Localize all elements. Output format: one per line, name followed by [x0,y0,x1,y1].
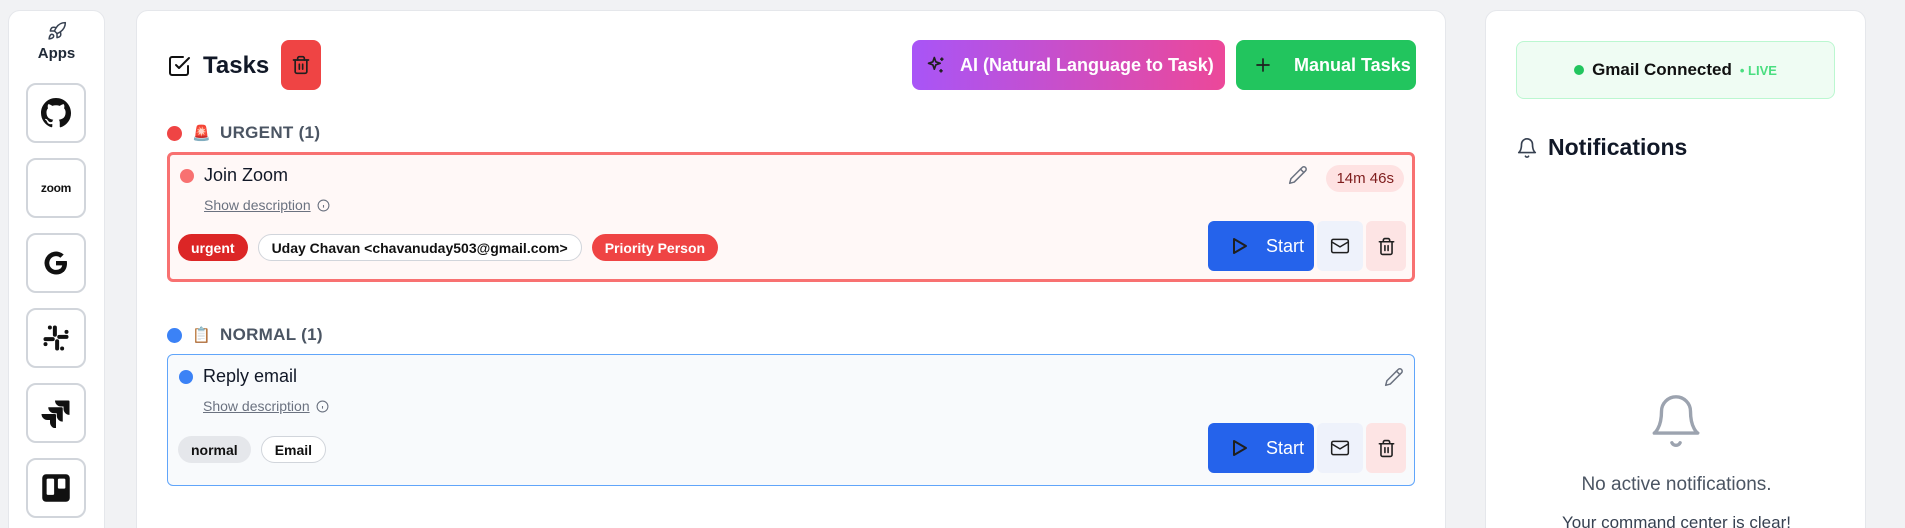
delete-all-button[interactable] [281,40,321,90]
tasks-title: Tasks [203,52,270,79]
delete-task-button[interactable] [1366,423,1406,473]
info-icon [316,400,329,413]
delete-task-button[interactable] [1366,221,1406,271]
app-slack[interactable] [26,308,86,368]
empty-state-text: No active notifications. [1581,474,1772,495]
edit-pencil-icon[interactable] [1384,367,1404,387]
sparkles-icon [926,55,946,75]
task-status-dot [179,370,193,384]
ai-task-label: AI (Natural Language to Task) [960,54,1214,75]
email-button[interactable] [1317,423,1363,473]
apps-sidebar: Apps zoom [8,10,105,528]
empty-state-subtext: Your command center is clear! [1562,513,1791,528]
jira-icon [41,398,71,428]
urgent-dot [167,125,182,141]
mail-icon [1330,236,1350,256]
apps-label: Apps [37,45,76,62]
tasks-header: Tasks [167,52,269,80]
gmail-status-banner: Gmail Connected • LIVE [1516,41,1835,99]
start-button[interactable]: Start [1208,221,1314,271]
google-icon [40,247,72,279]
task-timer: 14m 46s [1326,165,1404,192]
tag-urgent: urgent [178,234,248,261]
manual-tasks-label: Manual Tasks [1294,54,1411,75]
tag-email: Email [260,436,327,463]
zoom-logo-text: zoom [40,181,72,195]
notifications-header: Notifications [1516,134,1687,161]
apps-header: Apps [9,11,104,62]
bell-icon [1516,137,1538,159]
task-tags: urgent Uday Chavan <chavanuday503@gmail.… [178,234,719,261]
empty-bell-icon [1647,391,1705,451]
start-button[interactable]: Start [1208,423,1314,473]
app-google[interactable] [26,233,86,293]
task-card-urgent: Join Zoom Show description 14m 46s urgen… [167,152,1415,282]
task-title: Join Zoom [204,165,289,185]
edit-pencil-icon[interactable] [1288,165,1308,185]
show-description-link[interactable]: Show description [203,398,329,414]
manual-tasks-button[interactable]: Manual Tasks [1236,40,1416,90]
github-icon [41,98,71,128]
app-trello[interactable] [26,458,86,518]
info-icon [317,199,330,212]
email-button[interactable] [1317,221,1363,271]
section-urgent-label: URGENT (1) [220,123,321,142]
section-urgent-header: 🚨 URGENT (1) [167,123,320,143]
start-label: Start [1266,235,1305,256]
siren-icon: 🚨 [192,125,211,142]
trello-icon [41,473,71,503]
trash-icon [1377,237,1396,256]
show-description-link[interactable]: Show description [204,197,330,213]
gmail-status-text: Gmail Connected [1592,60,1732,79]
show-description-label: Show description [204,197,311,213]
trash-icon [1377,439,1396,458]
slack-icon [41,323,71,353]
ai-task-button[interactable]: AI (Natural Language to Task) [912,40,1225,90]
task-title: Reply email [203,366,298,386]
tasks-panel: Tasks AI (Natural Language to Task) Manu… [136,10,1446,528]
play-icon [1232,439,1248,457]
app-github[interactable] [26,83,86,143]
section-normal-label: NORMAL (1) [220,325,323,344]
checkbox-icon [167,54,191,78]
notifications-title: Notifications [1548,134,1688,160]
normal-dot [167,327,182,343]
start-label: Start [1266,437,1305,458]
live-badge: • LIVE [1739,62,1777,78]
mail-icon [1330,438,1350,458]
show-description-label: Show description [203,398,310,414]
clipboard-icon: 📋 [192,327,211,344]
tag-sender: Uday Chavan <chavanuday503@gmail.com> [257,234,582,261]
plus-icon [1254,56,1272,74]
task-card-normal: Reply email Show description normal Emai… [167,354,1415,486]
task-tags: normal Email [178,436,327,463]
task-status-dot [180,169,194,183]
app-zoom[interactable]: zoom [26,158,86,218]
trash-icon [291,55,311,75]
tag-normal: normal [178,436,251,463]
section-normal-header: 📋 NORMAL (1) [167,325,323,345]
app-jira[interactable] [26,383,86,443]
play-icon [1232,237,1248,255]
notifications-panel: Gmail Connected • LIVE Notifications No … [1485,10,1866,528]
rocket-icon [47,21,67,41]
connected-dot [1574,65,1585,75]
tag-priority-person: Priority Person [591,234,719,261]
